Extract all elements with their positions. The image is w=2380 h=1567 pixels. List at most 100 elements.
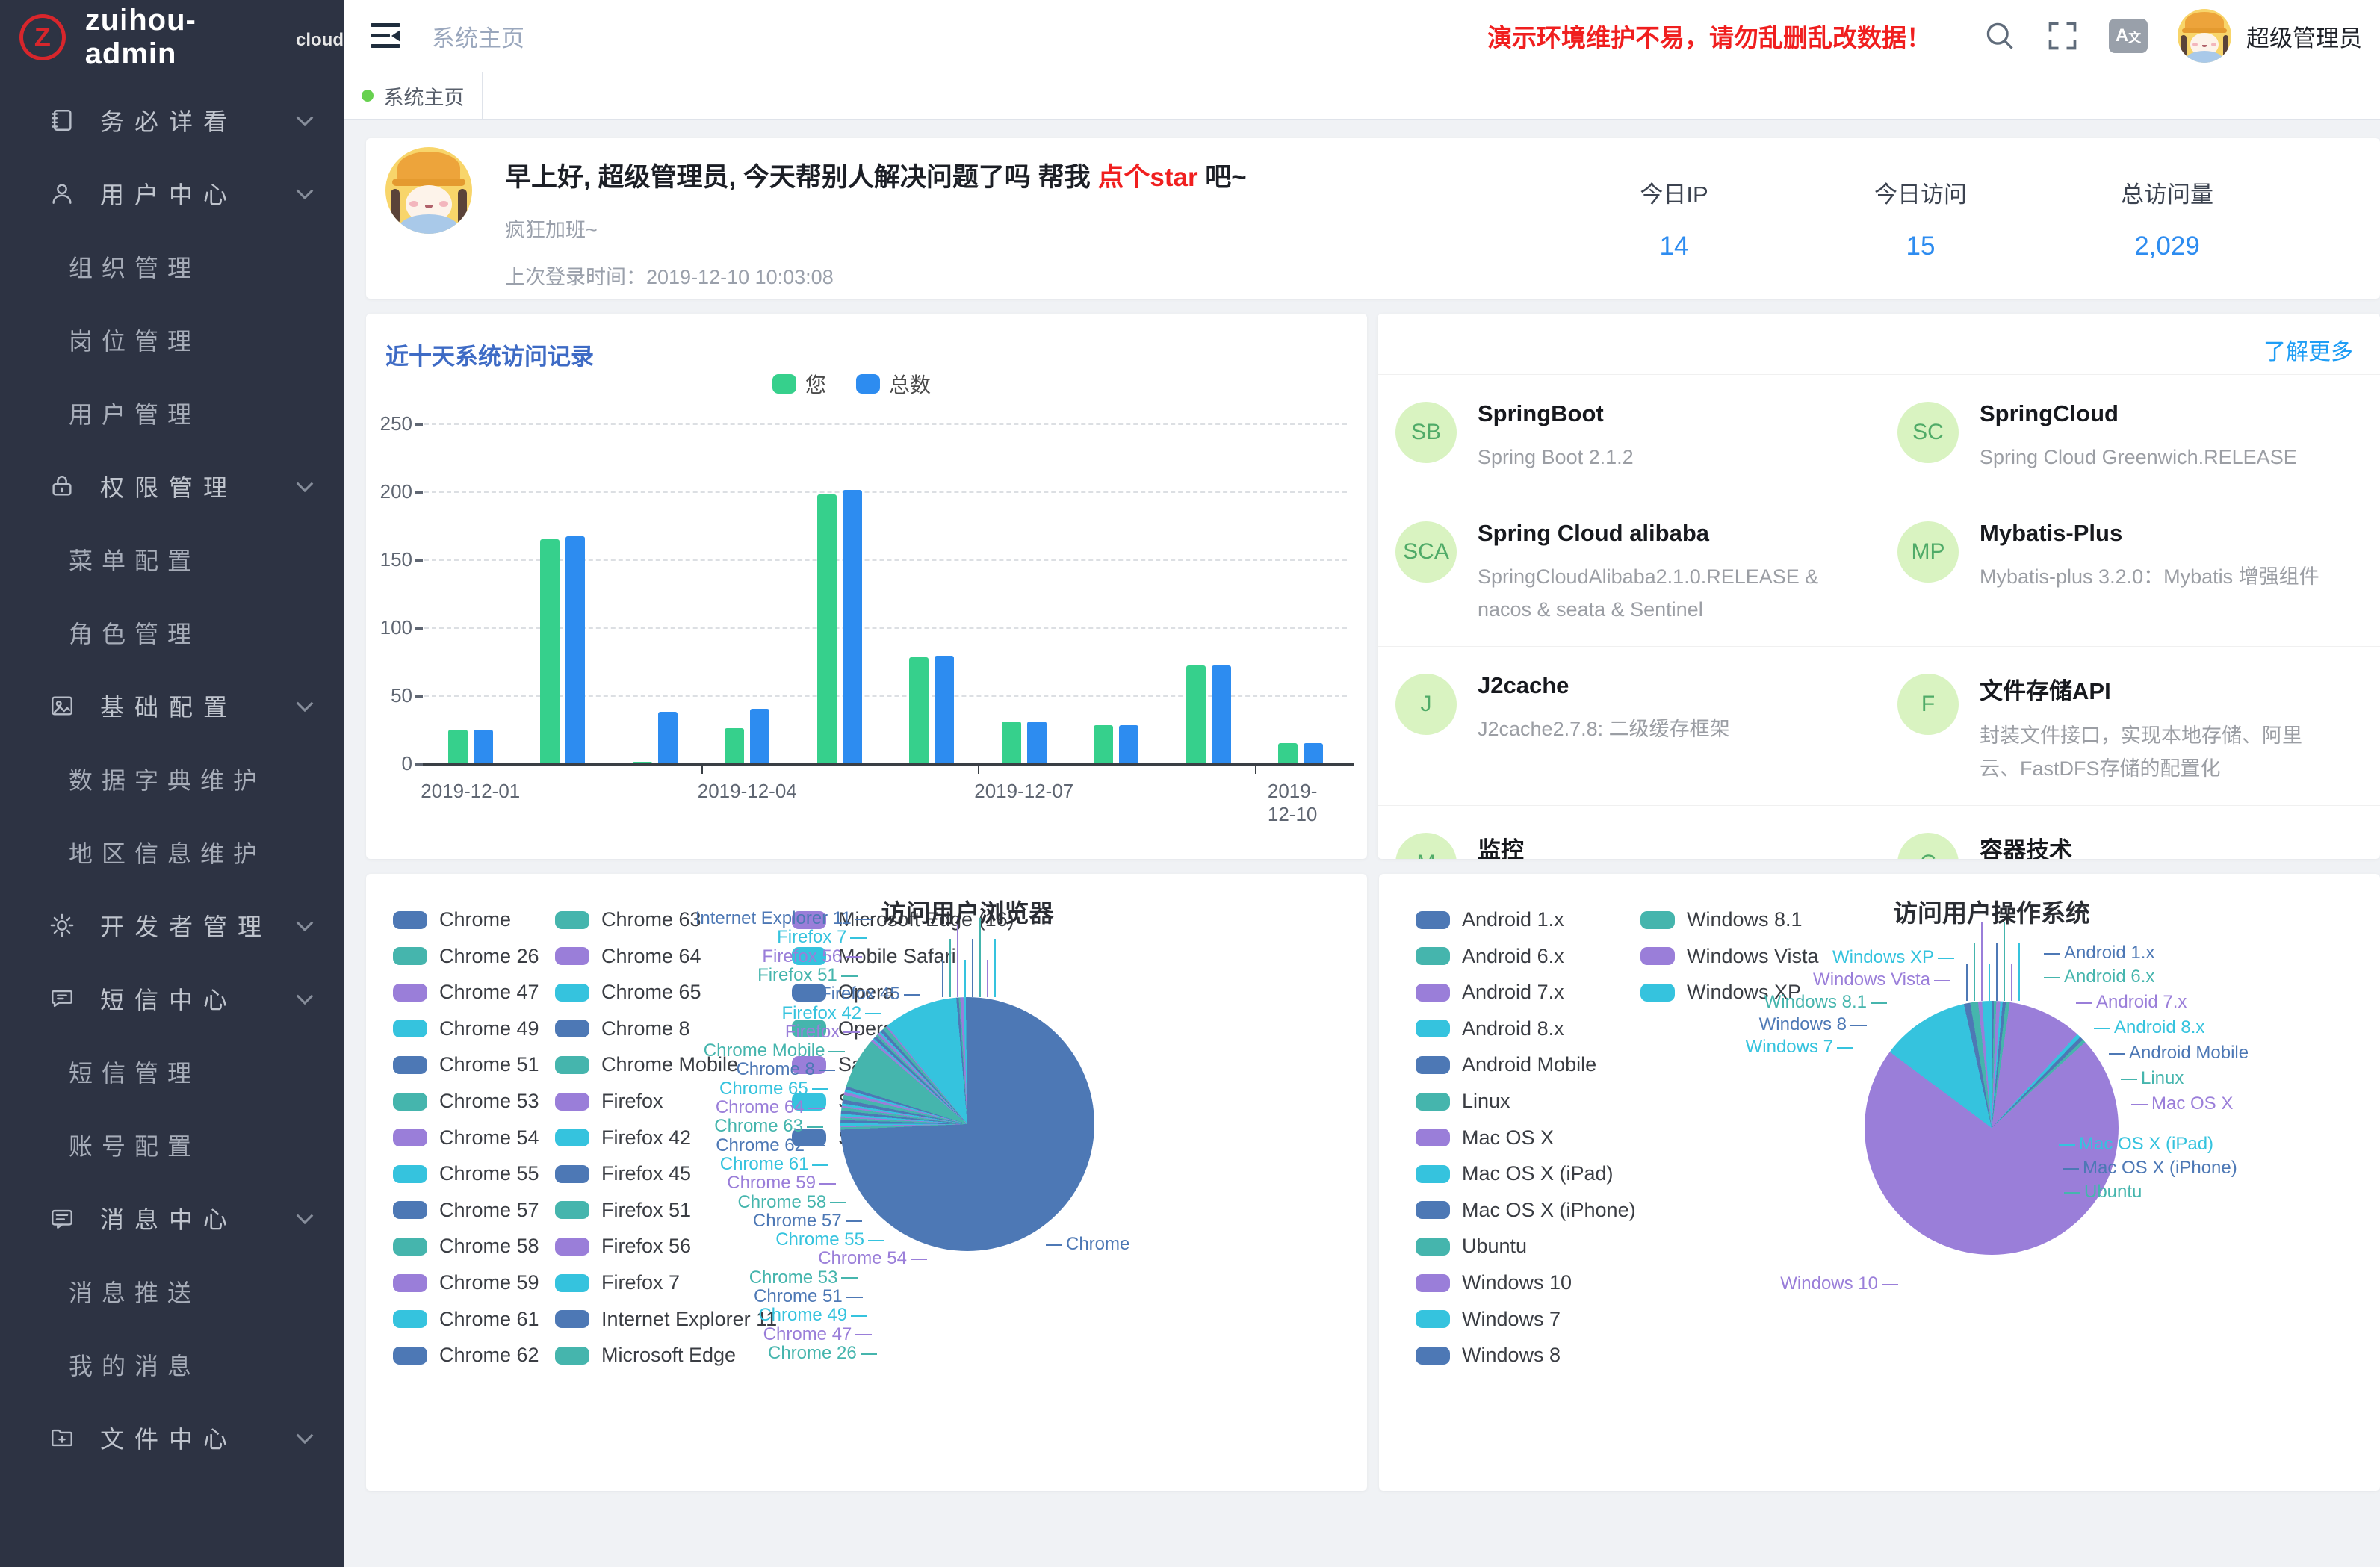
sidebar-item-label: 菜单配置 bbox=[69, 542, 200, 577]
legend-swatch-总数[interactable] bbox=[856, 374, 880, 394]
user-name[interactable]: 超级管理员 bbox=[2246, 19, 2362, 53]
star-link[interactable]: 点个star bbox=[1097, 163, 1197, 192]
pie-legend-Firefox 45[interactable]: Firefox 45 bbox=[555, 1162, 691, 1185]
pie-legend-Chrome 51[interactable]: Chrome 51 bbox=[393, 1053, 539, 1076]
pie-legend-Chrome 57[interactable]: Chrome 57 bbox=[393, 1199, 539, 1222]
sidebar-item-label: 短信管理 bbox=[69, 1055, 200, 1089]
pie-legend-Firefox 56[interactable]: Firefox 56 bbox=[555, 1235, 691, 1258]
pie-legend-Chrome 62[interactable]: Chrome 62 bbox=[393, 1344, 539, 1367]
fullscreen-icon[interactable] bbox=[2046, 19, 2079, 52]
pie-legend-Windows 7[interactable]: Windows 7 bbox=[1416, 1308, 1561, 1331]
sidebar-group-2[interactable]: 用户中心 bbox=[0, 157, 344, 230]
pie-legend-Mac OS X[interactable]: Mac OS X bbox=[1416, 1126, 1554, 1149]
pie-legend-Chrome 54[interactable]: Chrome 54 bbox=[393, 1126, 539, 1149]
pie-legend-Firefox 42[interactable]: Firefox 42 bbox=[555, 1126, 691, 1149]
pie-legend-Firefox 51[interactable]: Firefox 51 bbox=[555, 1199, 691, 1222]
pie-legend-Chrome 26[interactable]: Chrome 26 bbox=[393, 945, 539, 968]
pie-legend-Chrome 65[interactable]: Chrome 65 bbox=[555, 981, 701, 1004]
sidebar-group-3[interactable]: 权限管理 bbox=[0, 450, 344, 523]
legend-label: Chrome 26 bbox=[439, 945, 539, 968]
legend-swatch bbox=[555, 1165, 589, 1183]
sidebar-group-6[interactable]: 短信中心 bbox=[0, 962, 344, 1035]
legend-swatch bbox=[393, 1201, 427, 1219]
pie-legend-Internet Explorer 11[interactable]: Internet Explorer 11 bbox=[555, 1308, 777, 1331]
pie-legend-Chrome 58[interactable]: Chrome 58 bbox=[393, 1235, 539, 1258]
sidebar-group-4[interactable]: 基础配置 bbox=[0, 669, 344, 742]
sidebar-item[interactable]: 组织管理 bbox=[0, 230, 344, 303]
sidebar-group-8[interactable]: 文件中心 bbox=[0, 1401, 344, 1474]
pie-callout-Chrome 49: Chrome 49 bbox=[758, 1305, 871, 1326]
legend-label: Chrome 55 bbox=[439, 1162, 539, 1185]
tab-system-home[interactable]: 系统主页 bbox=[344, 72, 483, 119]
tech-initials-badge: F bbox=[1897, 674, 1959, 735]
legend-swatch bbox=[393, 1165, 427, 1183]
pie-legend-Linux[interactable]: Linux bbox=[1416, 1090, 1510, 1113]
pie-legend-Chrome 47[interactable]: Chrome 47 bbox=[393, 981, 539, 1004]
pie-legend-Windows 8.1[interactable]: Windows 8.1 bbox=[1640, 908, 1803, 931]
user-avatar[interactable] bbox=[2178, 9, 2231, 63]
legend-swatch bbox=[393, 984, 427, 1002]
pie-legend-Android 8.x[interactable]: Android 8.x bbox=[1416, 1017, 1564, 1040]
sidebar-item[interactable]: 账号配置 bbox=[0, 1108, 344, 1182]
pie-legend-Ubuntu[interactable]: Ubuntu bbox=[1416, 1235, 1527, 1258]
pie-callout-Firefox 7: Firefox 7 bbox=[777, 927, 870, 948]
sidebar-group-1[interactable]: 务必详看 bbox=[0, 84, 344, 157]
pie-legend-Android Mobile[interactable]: Android Mobile bbox=[1416, 1053, 1596, 1076]
pie-legend-Chrome 64[interactable]: Chrome 64 bbox=[555, 945, 701, 968]
logo-icon: Z bbox=[19, 14, 66, 60]
pie-legend-Firefox[interactable]: Firefox bbox=[555, 1090, 663, 1113]
pie-legend-Windows 10[interactable]: Windows 10 bbox=[1416, 1271, 1572, 1294]
pie-legend-Chrome 61[interactable]: Chrome 61 bbox=[393, 1308, 539, 1331]
pie-legend-Chrome 53[interactable]: Chrome 53 bbox=[393, 1090, 539, 1113]
bar-您-2019-12-07 bbox=[1002, 722, 1021, 763]
pie-legend-Chrome 8[interactable]: Chrome 8 bbox=[555, 1017, 690, 1040]
legend-label: Linux bbox=[1462, 1090, 1510, 1113]
legend-label[interactable]: 您 bbox=[805, 369, 826, 399]
browser-pie-title: 访问用户浏览器 bbox=[881, 893, 1054, 929]
sidebar-menu: 务必详看用户中心组织管理岗位管理用户管理权限管理菜单配置角色管理基础配置数据字典… bbox=[0, 75, 344, 1474]
sidebar-item[interactable]: 我的消息 bbox=[0, 1328, 344, 1401]
pie-legend-Windows Vista[interactable]: Windows Vista bbox=[1640, 945, 1819, 968]
tech-card-title: Mybatis-Plus bbox=[1980, 520, 2319, 547]
tech-card-title: 容器技术 bbox=[1980, 831, 2338, 859]
legend-swatch bbox=[555, 947, 589, 965]
legend-swatch bbox=[1416, 1093, 1450, 1111]
pie-legend-Firefox 7[interactable]: Firefox 7 bbox=[555, 1271, 680, 1294]
sidebar-item[interactable]: 菜单配置 bbox=[0, 523, 344, 596]
pie-legend-Android 7.x[interactable]: Android 7.x bbox=[1416, 981, 1564, 1004]
pie-legend-Android 6.x[interactable]: Android 6.x bbox=[1416, 945, 1564, 968]
sidebar-item[interactable]: 岗位管理 bbox=[0, 303, 344, 376]
pie-callout-Chrome 55: Chrome 55 bbox=[775, 1229, 888, 1250]
pie-legend-Chrome 55[interactable]: Chrome 55 bbox=[393, 1162, 539, 1185]
stat-1: 今日IP14 bbox=[1551, 176, 1797, 261]
pie-legend-Mac OS X (iPad)[interactable]: Mac OS X (iPad) bbox=[1416, 1162, 1614, 1185]
legend-label[interactable]: 总数 bbox=[889, 369, 931, 399]
sidebar-item[interactable]: 地区信息维护 bbox=[0, 816, 344, 889]
pie-legend-Android 1.x[interactable]: Android 1.x bbox=[1416, 908, 1564, 931]
demo-warning-text: 演示环境维护不易，请勿乱删乱改数据！ bbox=[1487, 18, 1931, 54]
pie-legend-Mac OS X (iPhone)[interactable]: Mac OS X (iPhone) bbox=[1416, 1199, 1636, 1222]
pie-legend-Microsoft Edge[interactable]: Microsoft Edge bbox=[555, 1344, 736, 1367]
sidebar-group-7[interactable]: 消息中心 bbox=[0, 1182, 344, 1255]
pie-callout-Chrome 65: Chrome 65 bbox=[719, 1079, 832, 1099]
pie-legend-Chrome[interactable]: Chrome bbox=[393, 908, 511, 931]
lock-icon bbox=[49, 474, 75, 499]
language-switch-icon[interactable]: A文 bbox=[2109, 19, 2148, 53]
sidebar-collapse-icon[interactable] bbox=[371, 23, 400, 49]
learn-more-link[interactable]: 了解更多 bbox=[2263, 333, 2353, 366]
sidebar-item[interactable]: 数据字典维护 bbox=[0, 742, 344, 816]
pie-legend-Windows 8[interactable]: Windows 8 bbox=[1416, 1344, 1561, 1367]
sidebar-item[interactable]: 短信管理 bbox=[0, 1035, 344, 1108]
tech-card-4: MPMybatis-PlusMybatis-plus 3.2.0：Mybatis… bbox=[1879, 494, 2380, 646]
sidebar-group-5[interactable]: 开发者管理 bbox=[0, 889, 344, 962]
pie-legend-Chrome 63[interactable]: Chrome 63 bbox=[555, 908, 701, 931]
sidebar-item[interactable]: 角色管理 bbox=[0, 596, 344, 669]
pie-legend-Chrome 59[interactable]: Chrome 59 bbox=[393, 1271, 539, 1294]
pie-legend-Chrome 49[interactable]: Chrome 49 bbox=[393, 1017, 539, 1040]
legend-swatch-您[interactable] bbox=[772, 374, 796, 394]
search-icon[interactable] bbox=[1983, 19, 2016, 52]
sidebar-item[interactable]: 用户管理 bbox=[0, 376, 344, 450]
stat-2: 今日访问15 bbox=[1797, 176, 2044, 261]
pie-callout-Firefox 51: Firefox 51 bbox=[757, 965, 861, 986]
sidebar-item[interactable]: 消息推送 bbox=[0, 1255, 344, 1328]
